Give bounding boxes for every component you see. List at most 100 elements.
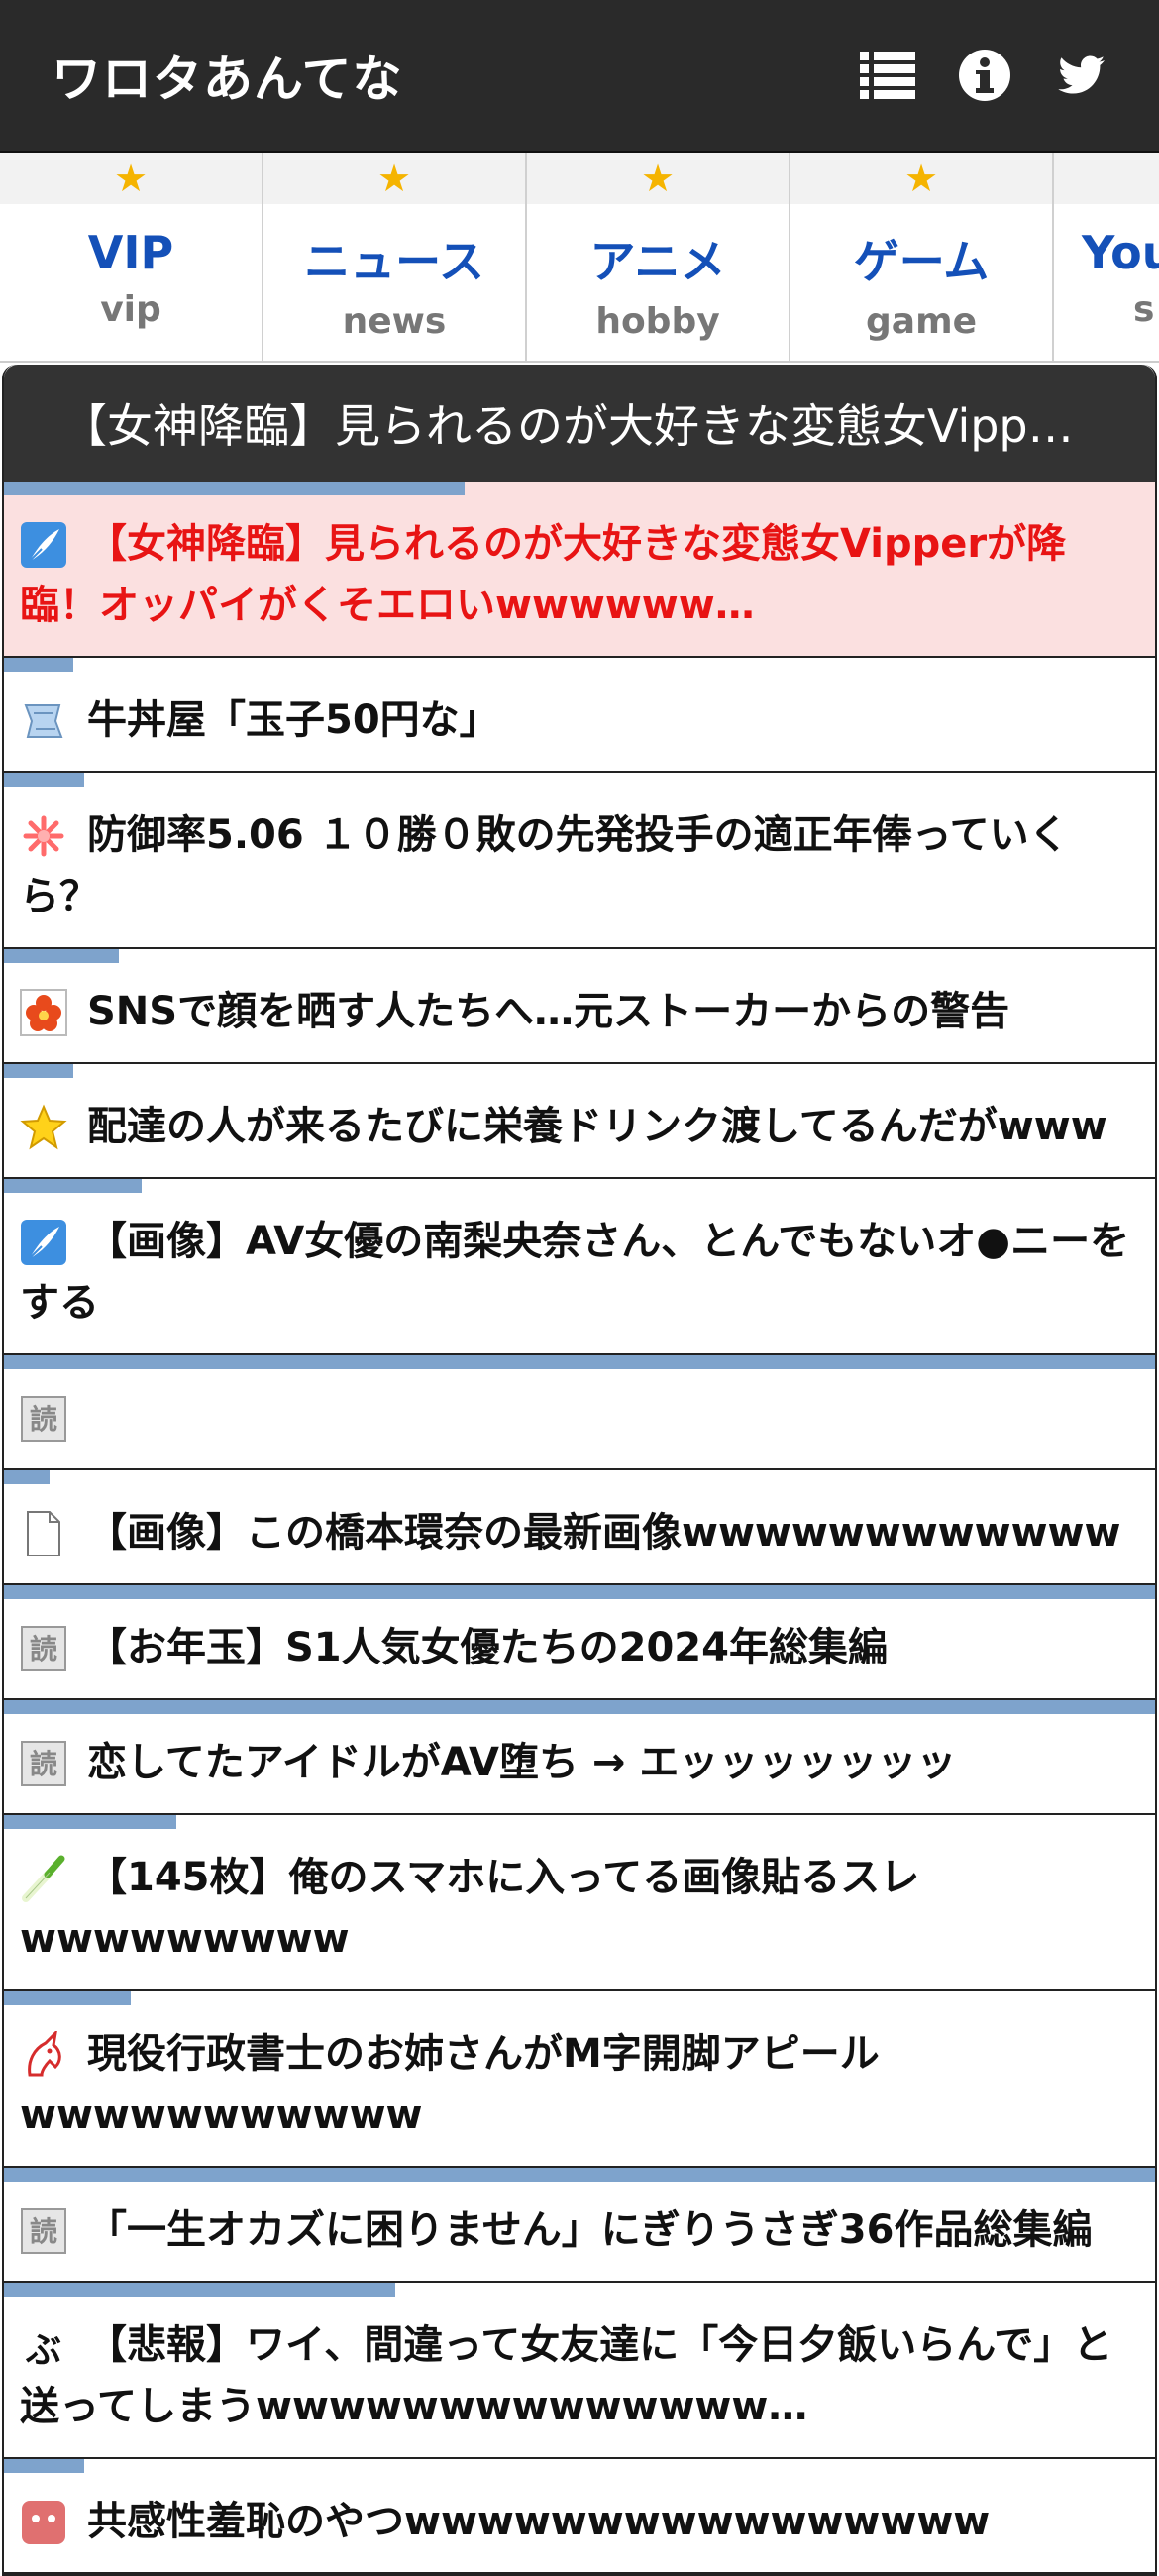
popularity-bar <box>4 658 73 672</box>
article-row[interactable]: 読【お年玉】S1人気女優たちの2024年総集編 <box>4 1599 1155 1698</box>
article-title[interactable]: SNSで顔を晒す人たちへ…元ストーカーからの警告 <box>87 989 1009 1034</box>
twitter-icon[interactable] <box>1052 46 1111 105</box>
article-row[interactable]: 共感性羞恥のやつwwwwwwwwwwwwwwww <box>4 2473 1155 2572</box>
article-row[interactable]: 配達の人が来るたびに栄養ドリンク渡してるんだがwww <box>4 1078 1155 1177</box>
article-item[interactable]: 【画像】この橋本環奈の最新画像wwwwwwwwwwww <box>4 1470 1155 1585</box>
article-title[interactable]: 防御率5.06 １０勝０敗の先発投手の適正年俸っていくら？ <box>20 812 1069 919</box>
read-icon: 読 <box>20 1740 67 1787</box>
list-icon[interactable] <box>858 46 917 105</box>
article-title[interactable]: 「一生オカズに困りません」にぎりうさぎ36作品総集編 <box>87 2207 1092 2253</box>
popularity-bar <box>4 773 85 787</box>
tab-sub: hobby <box>595 301 720 342</box>
star-band <box>1054 153 1159 204</box>
article-title[interactable]: 【145枚】俺のスマホに入ってる画像貼るスレwwwwwwwww <box>20 1855 919 1962</box>
tab-sub: vip <box>100 289 161 330</box>
popularity-bar <box>4 1470 51 1484</box>
article-item[interactable]: 牛丼屋「玉子50円な」 <box>4 658 1155 773</box>
article-row[interactable]: 牛丼屋「玉子50円な」 <box>4 672 1155 771</box>
article-item[interactable]: 共感性羞恥のやつwwwwwwwwwwwwwwww <box>4 2459 1155 2574</box>
article-item[interactable]: 現役行政書士のお姉さんがM字開脚アピール wwwwwwwwwww <box>4 1991 1155 2168</box>
tab-youtube[interactable]: You s <box>1054 153 1159 361</box>
article-title[interactable]: 配達の人が来るたびに栄養ドリンク渡してるんだがwww <box>87 1104 1107 1149</box>
article-item[interactable]: SNSで顔を晒す人たちへ…元ストーカーからの警告 <box>4 949 1155 1064</box>
article-row[interactable]: 読 <box>4 1369 1155 1468</box>
article-item[interactable]: 配達の人が来るたびに栄養ドリンク渡してるんだがwww <box>4 1064 1155 1179</box>
article-box: 【女神降臨】見られるのが大好きな変態女Vipp… 【女神降臨】見られるのが大好き… <box>2 365 1157 2576</box>
star-icon: ★ <box>640 157 676 200</box>
popularity-bar <box>4 2168 1155 2182</box>
article-row[interactable]: 【145枚】俺のスマホに入ってる画像貼るスレwwwwwwwww <box>4 1829 1155 1989</box>
article-list: 【女神降臨】見られるのが大好きな変態女Vipperが降臨！オッパイがくそエロいw… <box>4 482 1155 2574</box>
article-item[interactable]: 防御率5.06 １０勝０敗の先発投手の適正年俸っていくら？ <box>4 773 1155 949</box>
article-row[interactable]: 読恋してたアイドルがAV堕ち → エッッッッッッッ <box>4 1714 1155 1813</box>
tab-label: ニュース <box>304 235 484 288</box>
tab-sub: s <box>1133 289 1155 330</box>
popularity-bar <box>4 1179 143 1193</box>
tab-sub: news <box>342 301 447 342</box>
red-flower-icon <box>20 989 67 1036</box>
star-band: ★ <box>263 153 525 204</box>
star-band: ★ <box>527 153 789 204</box>
tab-vip[interactable]: ★ VIP vip <box>0 153 263 361</box>
article-row[interactable]: 読「一生オカズに困りません」にぎりうさぎ36作品総集編 <box>4 2182 1155 2281</box>
article-row[interactable]: 防御率5.06 １０勝０敗の先発投手の適正年俸っていくら？ <box>4 787 1155 947</box>
article-title[interactable]: 共感性羞恥のやつwwwwwwwwwwwwwwww <box>87 2499 990 2544</box>
box-title[interactable]: 【女神降臨】見られるのが大好きな変態女Vipp… <box>4 365 1155 482</box>
info-icon[interactable] <box>955 46 1014 105</box>
read-icon: 読 <box>20 1625 67 1672</box>
article-title[interactable]: 【画像】AV女優の南梨央奈さん、とんでもないオ●ニーをする <box>20 1219 1129 1326</box>
article-row[interactable]: 【画像】AV女優の南梨央奈さん、とんでもないオ●ニーをする <box>4 1193 1155 1353</box>
star-icon <box>20 1104 67 1151</box>
article-row[interactable]: 【女神降臨】見られるのが大好きな変態女Vipperが降臨！オッパイがくそエロいw… <box>4 495 1155 656</box>
category-tabs: ★ VIP vip ★ ニュース news ★ アニメ hobby ★ ゲーム … <box>0 153 1159 363</box>
svg-text:読: 読 <box>30 1633 57 1665</box>
article-row[interactable]: 【画像】この橋本環奈の最新画像wwwwwwwwwwww <box>4 1484 1155 1583</box>
article-row[interactable]: SNSで顔を晒す人たちへ…元ストーカーからの警告 <box>4 963 1155 1062</box>
tab-sub: game <box>866 301 977 342</box>
article-title[interactable]: 恋してたアイドルがAV堕ち → エッッッッッッッ <box>87 1740 956 1785</box>
unicorn-icon <box>20 2028 67 2079</box>
read-icon: 読 <box>20 2207 67 2255</box>
article-item[interactable]: 読「一生オカズに困りません」にぎりうさぎ36作品総集編 <box>4 2168 1155 2283</box>
article-title[interactable]: 【画像】この橋本環奈の最新画像wwwwwwwwwwww <box>87 1510 1120 1556</box>
article-title[interactable]: 【お年玉】S1人気女優たちの2024年総集編 <box>87 1625 888 1670</box>
tab-game[interactable]: ★ ゲーム game <box>790 153 1054 361</box>
scroll-icon <box>20 698 67 745</box>
tab-label: VIP <box>87 226 174 279</box>
tab-news[interactable]: ★ ニュース news <box>263 153 527 361</box>
article-title[interactable]: 牛丼屋「玉子50円な」 <box>87 698 499 743</box>
article-item[interactable]: 【女神降臨】見られるのが大好きな変態女Vipperが降臨！オッパイがくそエロいw… <box>4 482 1155 658</box>
article-title[interactable]: 【悲報】ワイ、間違って女友達に「今日夕飯いらんで」と送ってしまうwwwwwwww… <box>20 2322 1112 2429</box>
leek-icon <box>20 1855 67 1902</box>
popularity-bar <box>4 1991 131 2005</box>
article-item[interactable]: ぶ【悲報】ワイ、間違って女友達に「今日夕飯いらんで」と送ってしまうwwwwwww… <box>4 2283 1155 2459</box>
article-item[interactable]: 読恋してたアイドルがAV堕ち → エッッッッッッッ <box>4 1700 1155 1815</box>
star-icon: ★ <box>376 157 412 200</box>
article-item[interactable]: 読 <box>4 1355 1155 1470</box>
star-icon: ★ <box>113 157 149 200</box>
article-item[interactable]: 【画像】AV女優の南梨央奈さん、とんでもないオ●ニーをする <box>4 1179 1155 1355</box>
flower-icon <box>20 812 67 860</box>
article-title[interactable]: 【女神降臨】見られるのが大好きな変態女Vipperが降臨！オッパイがくそエロいw… <box>20 521 1066 628</box>
read-icon: 読 <box>20 1395 67 1443</box>
article-item[interactable]: 【145枚】俺のスマホに入ってる画像貼るスレwwwwwwwww <box>4 1815 1155 1991</box>
article-item[interactable]: 読【お年玉】S1人気女優たちの2024年総集編 <box>4 1585 1155 1700</box>
tab-hobby[interactable]: ★ アニメ hobby <box>527 153 790 361</box>
tab-label: ゲーム <box>853 235 990 288</box>
site-title[interactable]: ワロタあんてな <box>52 40 403 111</box>
popularity-bar <box>4 482 465 495</box>
bu-icon: ぶ <box>20 2322 67 2371</box>
star-band: ★ <box>790 153 1052 204</box>
popularity-bar <box>4 1815 177 1829</box>
popularity-bar <box>4 2283 396 2297</box>
svg-text:ぶ: ぶ <box>25 2330 61 2370</box>
app-header: ワロタあんてな <box>0 0 1159 153</box>
article-row[interactable]: 現役行政書士のお姉さんがM字開脚アピール wwwwwwwwwww <box>4 2005 1155 2166</box>
svg-text:読: 読 <box>30 1748 57 1780</box>
quill-icon <box>20 1219 67 1266</box>
popularity-bar <box>4 1355 1155 1369</box>
page-icon <box>20 1510 67 1557</box>
popularity-bar <box>4 1700 1155 1714</box>
article-title[interactable]: 現役行政書士のお姉さんがM字開脚アピール wwwwwwwwwww <box>20 2031 880 2138</box>
article-row[interactable]: ぶ【悲報】ワイ、間違って女友達に「今日夕飯いらんで」と送ってしまうwwwwwww… <box>4 2297 1155 2457</box>
